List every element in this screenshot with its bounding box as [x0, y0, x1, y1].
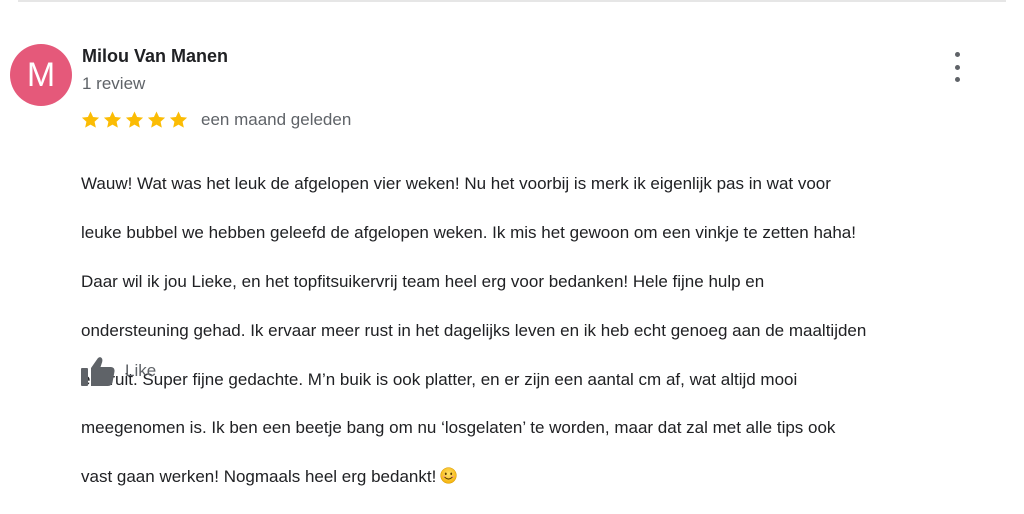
avatar-initial: M: [26, 55, 56, 94]
smiling-face-emoji-icon: [440, 467, 457, 484]
review-text-line: Daar wil ik jou Lieke, en het topfitsuik…: [81, 272, 765, 292]
like-button[interactable]: Like: [80, 355, 156, 387]
review-text-line: ondersteuning gehad. Ik ervaar meer rust…: [81, 320, 867, 340]
author-name[interactable]: Milou Van Manen: [82, 46, 228, 67]
star-icon: [125, 111, 144, 128]
review-text-line: leuke bubbel we hebben geleefd de afgelo…: [81, 223, 856, 243]
review-date: een maand geleden: [201, 110, 352, 129]
more-vert-icon-dot: [954, 77, 960, 82]
star-rating: [80, 110, 189, 130]
like-label: Like: [125, 361, 157, 380]
thumbs-up-icon: [81, 357, 115, 386]
review-text: Wauw! Wat was het leuk de afgelopen vier…: [81, 148, 1011, 514]
star-icon: [147, 111, 166, 128]
star-icon: [169, 111, 188, 128]
more-vert-icon: [954, 52, 960, 57]
star-icon: [81, 111, 100, 128]
review-count: 1 review: [82, 74, 146, 93]
review-text-line: meegenomen is. Ik ben een beetje bang om…: [81, 418, 836, 438]
review-text-line: Wauw! Wat was het leuk de afgelopen vier…: [81, 174, 831, 194]
more-vert-icon-dot: [954, 64, 960, 70]
review-text-line-last: vast gaan werken! Nogmaals heel erg beda…: [81, 465, 1011, 489]
rating-row: een maand geleden: [80, 108, 351, 132]
review-card: M Milou Van Manen 1 review een maand gel…: [0, 0, 1024, 486]
review-text-line: vast gaan werken! Nogmaals heel erg beda…: [81, 467, 437, 487]
review-text-line: en fruit. Super fijne gedachte. M’n buik…: [81, 369, 798, 389]
avatar[interactable]: M: [10, 44, 72, 106]
more-options-button[interactable]: [944, 52, 970, 82]
star-icon: [103, 111, 122, 128]
